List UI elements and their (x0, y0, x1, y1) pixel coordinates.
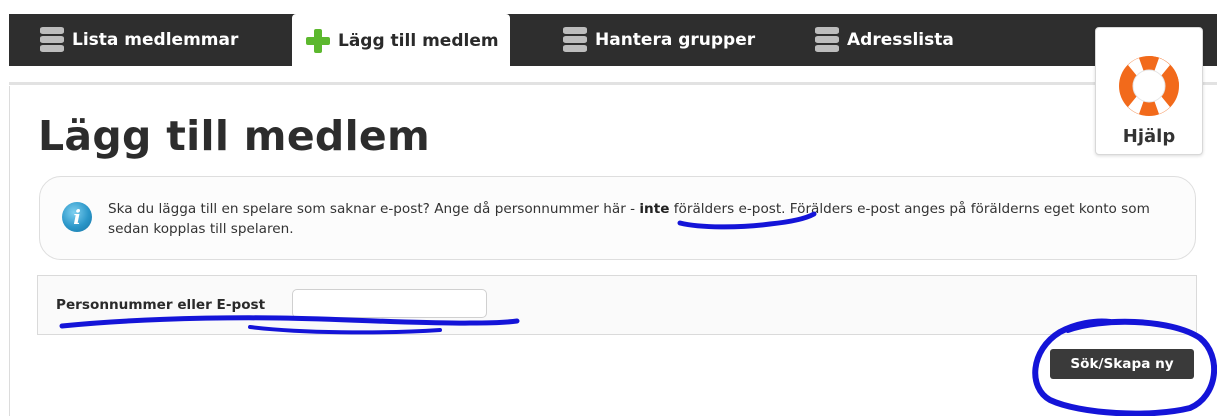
personnummer-email-input[interactable] (292, 289, 487, 318)
info-text-before: Ska du lägga till en spelare som saknar … (108, 201, 640, 217)
tab-lagg-till-medlem[interactable]: Lägg till medlem (292, 14, 510, 68)
help-label: Hjälp (1122, 126, 1176, 147)
field-label: Personnummer eller E-post (56, 297, 266, 313)
form-panel: Personnummer eller E-post (37, 275, 1197, 335)
search-create-button[interactable]: Sök/Skapa ny (1050, 349, 1194, 379)
info-text: Ska du lägga till en spelare som saknar … (108, 199, 1168, 239)
tab-adresslista[interactable]: Adresslista (815, 14, 954, 66)
info-box: i Ska du lägga till en spelare som sakna… (39, 176, 1196, 260)
database-icon (563, 27, 587, 53)
page-title: Lägg till medlem (38, 112, 431, 160)
navbar-underline (9, 82, 1217, 85)
navbar-gap (9, 66, 1217, 70)
tab-lista-medlemmar[interactable]: Lista medlemmar (40, 14, 238, 66)
tab-hantera-grupper[interactable]: Hantera grupper (563, 14, 755, 66)
plus-icon (306, 29, 330, 53)
info-text-bold: inte (639, 201, 670, 217)
tab-label: Hantera grupper (595, 30, 756, 50)
database-icon (40, 27, 64, 53)
lifebuoy-icon (1119, 56, 1179, 116)
page-left-divider (9, 86, 10, 416)
info-icon: i (62, 202, 92, 232)
help-button[interactable]: Hjälp (1095, 27, 1203, 155)
database-icon (815, 27, 839, 53)
tab-label: Lista medlemmar (72, 30, 239, 50)
tab-label: Lägg till medlem (338, 31, 499, 51)
tab-label: Adresslista (847, 30, 954, 50)
